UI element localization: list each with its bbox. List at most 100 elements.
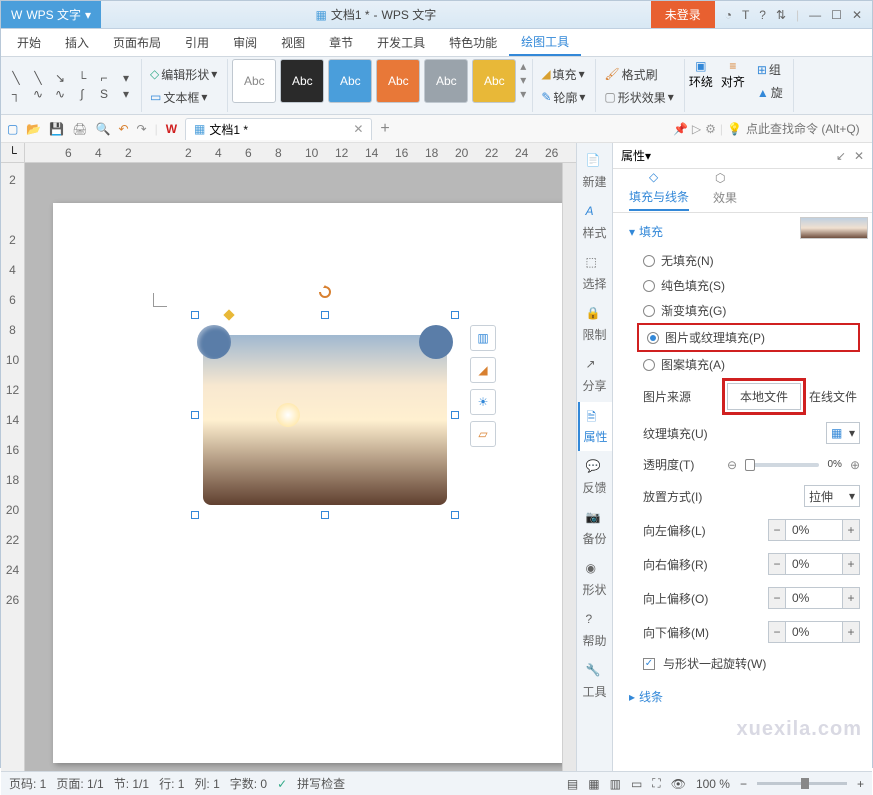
curve3-icon[interactable]: ∫ [73, 87, 91, 101]
style-preset-5[interactable]: Abc [424, 59, 468, 103]
elbow-icon[interactable]: └ [73, 71, 91, 85]
group-button[interactable]: ⊞组 [753, 59, 787, 80]
status-spell[interactable]: 拼写检查 [297, 775, 345, 792]
scroll-shape[interactable] [203, 335, 447, 505]
edit-shape-button[interactable]: ◇ 编辑形状▾ [146, 64, 221, 85]
menu-start[interactable]: 开始 [5, 30, 53, 55]
local-file-button[interactable]: 本地文件 [727, 383, 801, 410]
add-tab-button[interactable]: + [380, 120, 389, 138]
panel-close-icon[interactable]: ✕ [854, 149, 864, 163]
offset-bottom-spinner[interactable]: −0%+ [768, 621, 860, 643]
curve-icon[interactable]: ∿ [29, 87, 47, 101]
vertical-ruler[interactable]: 224 6810 121416 182022 2426 [1, 163, 25, 771]
offset-top-spinner[interactable]: −0%+ [768, 587, 860, 609]
app-menu-button[interactable]: W WPS 文字 ▾ [1, 1, 101, 28]
curve4-icon[interactable]: S [95, 87, 113, 101]
undo-icon[interactable]: ↶ [118, 122, 128, 136]
align-button[interactable]: ≡对齐 [721, 59, 745, 112]
offset-r-value[interactable]: 0% [786, 553, 842, 575]
arrow-icon[interactable]: ↘ [51, 71, 69, 85]
sidebar-item-shape[interactable]: ◉形状 [578, 555, 612, 604]
style-preset-2[interactable]: Abc [280, 59, 324, 103]
menu-layout[interactable]: 页面布局 [101, 30, 173, 55]
fill-button[interactable]: ◢填充▾ [537, 64, 589, 85]
view-page-icon[interactable]: ▤ [567, 777, 578, 791]
minus-icon[interactable]: − [768, 519, 786, 541]
elbow2-icon[interactable]: ⌐ [95, 71, 113, 85]
resize-handle-e[interactable] [451, 411, 459, 419]
pin-icon[interactable]: 📌 [673, 122, 688, 136]
view-web-icon[interactable]: ▥ [610, 777, 621, 791]
menu-feature[interactable]: 特色功能 [437, 30, 509, 55]
resize-handle-n[interactable] [321, 311, 329, 319]
placement-select[interactable]: 拉伸▾ [804, 485, 860, 507]
outline-button[interactable]: ✎轮廓▾ [537, 87, 589, 108]
format-painter-button[interactable]: 🖌格式刷 [600, 64, 677, 85]
sidebar-item-style[interactable]: A样式 [578, 198, 612, 247]
online-file-button[interactable]: 在线文件 [809, 388, 857, 405]
status-section[interactable]: 节: 1/1 [114, 775, 149, 792]
status-chars[interactable]: 字数: 0 [230, 775, 267, 792]
close-tab-icon[interactable]: ✕ [353, 122, 363, 136]
shape-effect-button[interactable]: ▢形状效果▾ [600, 87, 677, 108]
arrow-icon[interactable]: ▷ [692, 122, 701, 136]
view-read-icon[interactable]: ▭ [631, 777, 642, 791]
plus-icon[interactable]: + [842, 553, 860, 575]
style-preset-1[interactable]: Abc [232, 59, 276, 103]
updown-icon[interactable]: ⇅ [776, 8, 786, 22]
close-icon[interactable]: ✕ [852, 8, 862, 22]
status-page[interactable]: 页面: 1/1 [56, 775, 103, 792]
plus-icon[interactable]: + [842, 519, 860, 541]
fill-preview-thumbnail[interactable] [800, 217, 868, 239]
resize-handle-se[interactable] [451, 511, 459, 519]
resize-handle-w[interactable] [191, 411, 199, 419]
tab-effect[interactable]: ⬡ 效果 [713, 171, 737, 210]
sidebar-item-properties[interactable]: 🗎属性 [578, 402, 612, 451]
sidebar-item-new[interactable]: 📄新建 [578, 147, 612, 196]
offset-right-spinner[interactable]: −0%+ [768, 553, 860, 575]
elbow3-icon[interactable]: ┐ [7, 87, 25, 101]
sidebar-item-help[interactable]: ?帮助 [578, 606, 612, 655]
selected-shape[interactable] [195, 315, 455, 515]
slider-thumb[interactable] [745, 459, 755, 471]
status-line[interactable]: 行: 1 [159, 775, 184, 792]
sidebar-item-backup[interactable]: 📷备份 [578, 504, 612, 553]
minus-icon[interactable]: − [768, 553, 786, 575]
fill-tool-button[interactable]: ◢ [470, 357, 496, 383]
zoom-in-icon[interactable]: + [857, 777, 864, 791]
horizontal-ruler[interactable]: 642 246 81012 141618 202224 26 [25, 143, 576, 163]
gallery-more-icon[interactable]: ▾ [117, 87, 135, 101]
layout-tool-button[interactable]: ▥ [470, 325, 496, 351]
wrap-button[interactable]: ▣环绕 [689, 59, 713, 112]
outline-tool-button[interactable]: ▱ [470, 421, 496, 447]
tab-fill-line[interactable]: ◇ 填充与线条 [629, 170, 689, 211]
gallery-up-icon[interactable]: ▴ [520, 59, 526, 73]
fill-option-none[interactable]: 无填充(N) [629, 248, 860, 273]
offset-l-value[interactable]: 0% [786, 519, 842, 541]
minus-icon[interactable]: − [768, 621, 786, 643]
zoom-out-icon[interactable]: − [740, 777, 747, 791]
status-pageno[interactable]: 页码: 1 [9, 775, 46, 792]
sidebar-item-share[interactable]: ↗分享 [578, 351, 612, 400]
transparency-slider[interactable] [745, 463, 819, 467]
offset-t-value[interactable]: 0% [786, 587, 842, 609]
fullscreen-icon[interactable]: ⛶ [652, 776, 660, 791]
offset-left-spinner[interactable]: −0%+ [768, 519, 860, 541]
new-icon[interactable]: ▢ [7, 122, 18, 136]
sidebar-item-feedback[interactable]: 💬反馈 [578, 453, 612, 502]
menu-dev[interactable]: 开发工具 [365, 30, 437, 55]
resize-handle-sw[interactable] [191, 511, 199, 519]
cog-icon[interactable]: ⚙ [705, 122, 716, 136]
document-tab[interactable]: ▦ 文档1 * ✕ [185, 118, 372, 140]
text-box-button[interactable]: ▭ 文本框▾ [146, 87, 221, 108]
panel-collapse-icon[interactable]: ↙ [836, 149, 846, 163]
help-icon[interactable]: ? [759, 8, 766, 22]
offset-b-value[interactable]: 0% [786, 621, 842, 643]
minus-icon[interactable]: − [768, 587, 786, 609]
gallery-exp-icon[interactable]: ▾ [520, 87, 526, 101]
style-preset-3[interactable]: Abc [328, 59, 372, 103]
fill-option-picture[interactable]: 图片或纹理填充(P) [637, 323, 860, 352]
t-icon[interactable]: T [742, 8, 749, 22]
effect-tool-button[interactable]: ☀ [470, 389, 496, 415]
search-input[interactable] [746, 122, 866, 136]
